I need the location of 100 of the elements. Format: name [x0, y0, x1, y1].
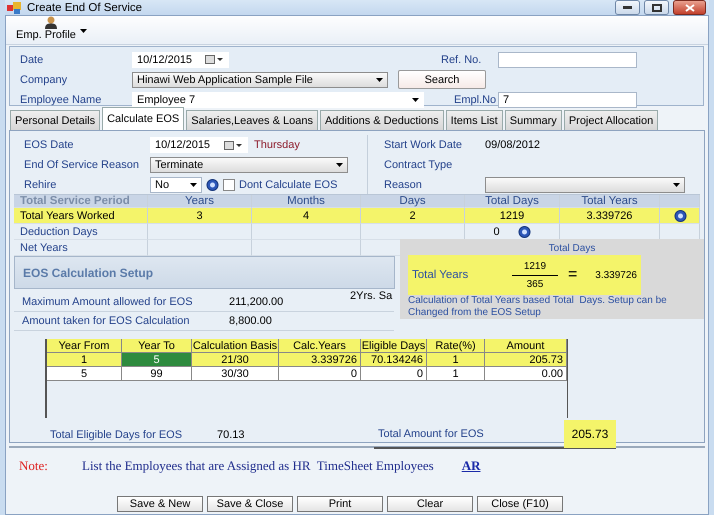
dropdown-arrow-icon[interactable]	[336, 163, 343, 167]
field-label: Maximum Amount allowed for EOS	[21, 296, 194, 308]
table-cell[interactable]: 70.134246	[361, 353, 427, 367]
column-header: Total Service Period	[14, 195, 148, 208]
table-cell[interactable]: 3.339726	[279, 353, 361, 367]
start-date-value: 09/08/2012	[485, 139, 542, 151]
field-label: Empl.No	[454, 94, 498, 106]
checkbox-label: Dont Calculate EOS	[239, 178, 338, 190]
tab[interactable]: Project Allocation	[564, 110, 658, 130]
toolbar-button[interactable]: Emp. Profile	[16, 29, 76, 41]
language-link[interactable]: AR	[462, 458, 480, 474]
numerator: 1219	[524, 260, 546, 272]
column-header: Eligible Days	[361, 339, 427, 353]
minimize-button[interactable]	[615, 0, 640, 15]
table-cell[interactable]: 0	[279, 367, 361, 381]
action-button[interactable]: Close (F10)	[477, 496, 563, 512]
calendar-icon[interactable]	[224, 140, 243, 150]
field-label: Date	[20, 54, 44, 66]
column-header: Years	[148, 195, 252, 208]
column-header: Months	[252, 195, 361, 208]
field-label: Employee Name	[20, 94, 102, 106]
field-label: Contract Type	[384, 159, 452, 171]
dropdown-arrow-icon[interactable]	[673, 182, 680, 186]
row-label: Deduction Days	[14, 224, 148, 240]
action-button[interactable]: Clear	[387, 496, 473, 512]
column-header: Calc.Years	[279, 339, 361, 353]
tab[interactable]: Calculate EOS	[102, 107, 184, 130]
side-text: 2Yrs. Sa	[350, 290, 392, 302]
ref-no-field[interactable]	[498, 52, 637, 68]
column-header: Rate(%)	[427, 339, 485, 353]
column-header: Year From	[47, 339, 122, 353]
table-cell[interactable]: 5	[47, 367, 122, 381]
table-cell[interactable]: 0.00	[485, 367, 567, 381]
field-label: End Of Service Reason	[23, 159, 140, 171]
tab[interactable]: Additions & Deductions	[320, 110, 444, 130]
help-icon[interactable]	[206, 178, 219, 190]
table-cell[interactable]: 99	[122, 367, 192, 381]
empl-no-field[interactable]: 7	[498, 92, 637, 108]
table-cell[interactable]: 21/30	[192, 353, 279, 367]
field-label: Start Work Date	[384, 139, 462, 151]
row-label: Total Years Worked	[14, 208, 148, 224]
field-label: Amount taken for EOS Calculation	[21, 315, 191, 327]
table-cell[interactable]: 205.73	[485, 353, 567, 367]
table-cell[interactable]: 0	[361, 367, 427, 381]
weekday-text: Thursday	[254, 139, 300, 151]
calendar-icon[interactable]	[205, 55, 224, 64]
table-cell[interactable]: 1	[427, 367, 485, 381]
column-header: Total Days	[465, 195, 560, 208]
help-icon[interactable]	[674, 210, 687, 222]
dropdown-arrow-icon[interactable]	[376, 78, 383, 82]
column-header: Total Years	[560, 195, 660, 208]
table-cell: 4	[252, 208, 361, 224]
denominator: 365	[526, 278, 544, 290]
close-icon	[684, 4, 694, 12]
amount-value: 211,200.00	[229, 296, 284, 308]
company-dropdown[interactable]: Hinawi Web Application Sample File	[132, 72, 388, 88]
field-label: Company	[20, 74, 68, 86]
action-button[interactable]: Save & Close	[207, 496, 293, 512]
help-icon[interactable]	[518, 226, 531, 238]
app-icon	[7, 2, 21, 14]
field-label: Reason	[384, 178, 422, 190]
tab[interactable]: Items List	[446, 110, 503, 130]
column-header: Amount	[485, 339, 567, 353]
tab[interactable]: Personal Details	[10, 110, 100, 130]
eos-date-field[interactable]: 10/12/2015	[150, 137, 248, 153]
search-button[interactable]: Search	[398, 70, 486, 89]
section-header: EOS Calculation Setup	[14, 256, 395, 289]
note-label: Note:	[19, 458, 49, 474]
employee-name-dropdown[interactable]: Employee 7	[132, 92, 424, 108]
table-cell[interactable]: 30/30	[192, 367, 279, 381]
table-cell: 3	[148, 208, 252, 224]
table-cell: 3.339726	[560, 208, 660, 224]
action-button[interactable]: Print	[297, 496, 383, 512]
tooltip-note: Calculation of Total Years based Total Days. Setup can be Changed from the EOS Setup	[408, 295, 668, 319]
dropdown-arrow-icon[interactable]	[80, 29, 87, 33]
restore-button[interactable]	[644, 0, 669, 15]
note-text: List the Employees that are Assigned as HR TimeSheet Employees	[82, 458, 434, 474]
minimize-icon	[623, 6, 632, 9]
table-cell[interactable]: 1	[427, 353, 485, 367]
tab[interactable]: Summary	[504, 110, 562, 130]
table-cell[interactable]: 1	[47, 353, 122, 367]
checkbox[interactable]	[223, 178, 235, 190]
dropdown-arrow-icon[interactable]	[412, 98, 419, 102]
date-field[interactable]: 10/12/2015	[132, 52, 229, 68]
cell-value: 0	[493, 226, 500, 238]
tooltip-label: Total Years	[412, 269, 470, 281]
field-label: Rehire	[23, 178, 58, 190]
reason-dropdown[interactable]: Terminate	[150, 157, 348, 173]
equals-sign: =	[568, 266, 578, 284]
action-button[interactable]: Save & New	[117, 496, 203, 512]
total-label: Total Amount for EOS	[377, 428, 485, 440]
column-header: Year To	[122, 339, 192, 353]
column-header: Calculation Basis	[192, 339, 279, 353]
rehire-dropdown[interactable]: No	[150, 176, 202, 192]
tab[interactable]: Salaries,Leaves & Loans	[186, 110, 318, 130]
window-title: Create End Of Service	[27, 2, 144, 14]
close-button[interactable]	[673, 0, 706, 15]
dropdown-arrow-icon[interactable]	[190, 182, 197, 186]
table-cell[interactable]: 5	[122, 353, 192, 367]
table-cell: 2	[361, 208, 465, 224]
